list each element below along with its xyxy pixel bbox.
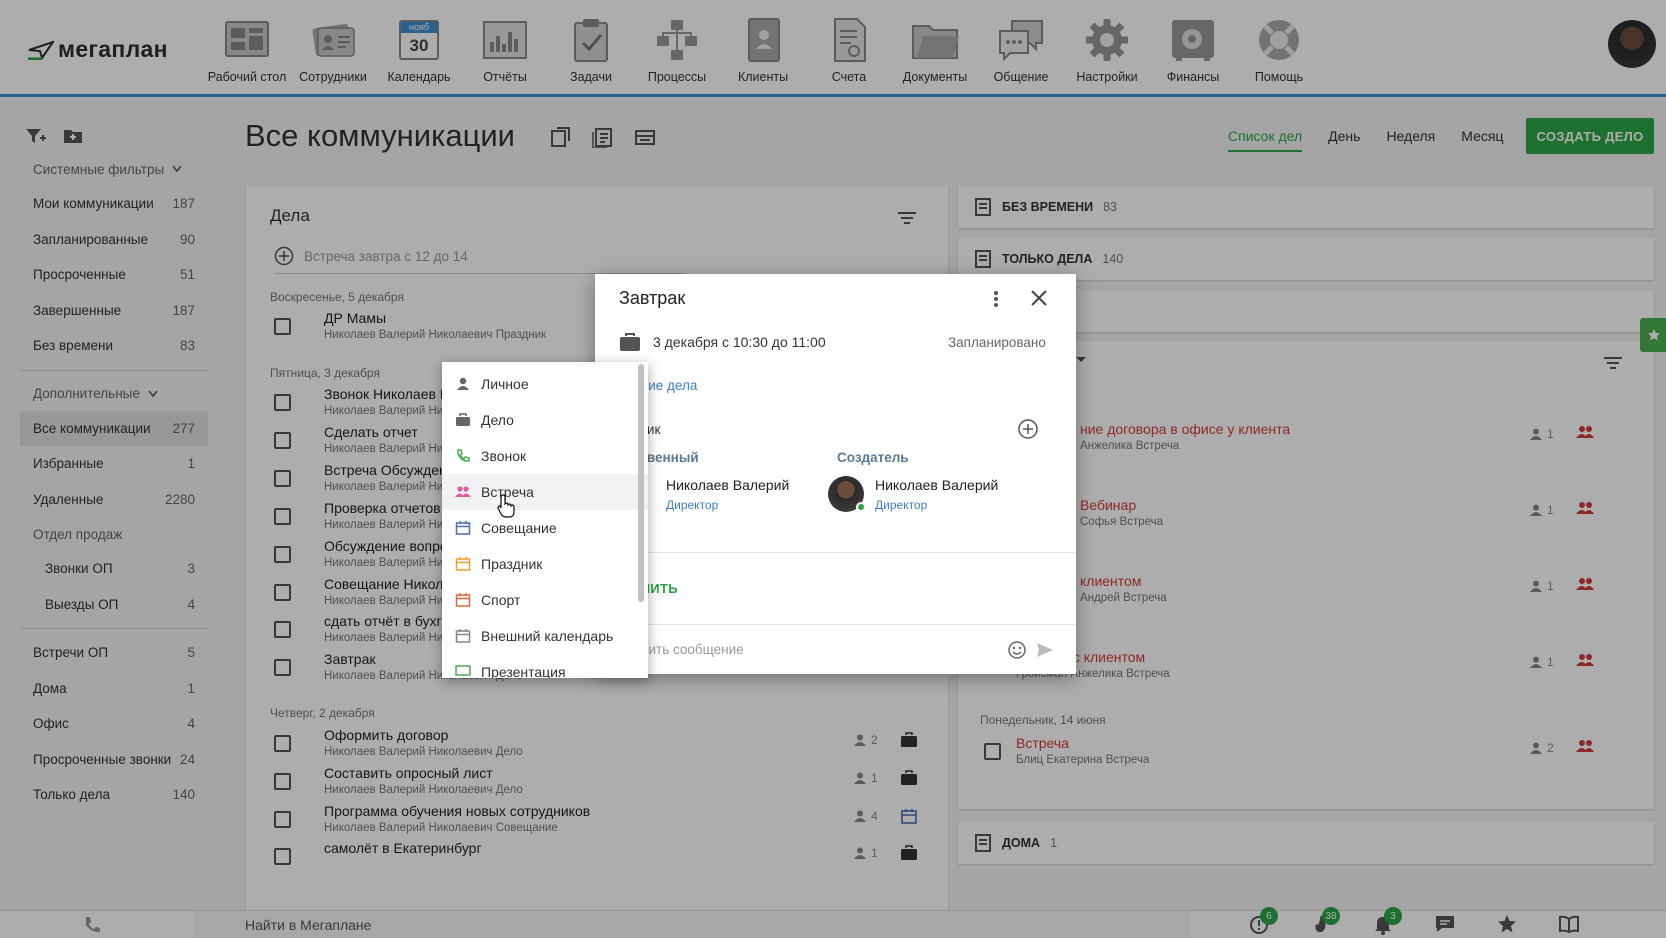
calendar-icon bbox=[455, 629, 471, 643]
creator-label: Создатель bbox=[837, 450, 909, 465]
dropdown-option[interactable]: Спорт bbox=[442, 582, 648, 618]
dropdown-option-label: Праздник bbox=[481, 556, 543, 572]
calendar-icon bbox=[455, 593, 471, 607]
more-icon[interactable] bbox=[993, 290, 999, 308]
hand-cursor-icon bbox=[497, 494, 515, 518]
status-badge[interactable]: Запланировано bbox=[948, 335, 1046, 350]
people-icon bbox=[455, 486, 471, 497]
divider bbox=[595, 624, 1076, 625]
task-modal: Завтрак 3 декабря с 10:30 до 11:00 Запла… bbox=[595, 274, 1076, 674]
online-indicator bbox=[856, 502, 866, 512]
divider bbox=[595, 552, 1076, 553]
dropdown-option[interactable]: Дело bbox=[442, 402, 648, 438]
modal-title: Завтрак bbox=[619, 288, 686, 308]
responsible-name[interactable]: Николаев Валерий bbox=[666, 477, 789, 493]
responsible-role: Директор bbox=[666, 498, 719, 512]
dropdown-option-label: Спорт bbox=[481, 592, 521, 608]
creator-role: Директор bbox=[875, 498, 928, 512]
dropdown-option-label: Звонок bbox=[481, 448, 527, 464]
dropdown-option-label: Дело bbox=[481, 412, 514, 428]
dropdown-option-label: Презентация bbox=[481, 664, 566, 678]
dropdown-option-label: Личное bbox=[481, 376, 529, 392]
dropdown-option[interactable]: Встреча bbox=[442, 474, 648, 510]
dropdown-option-label: Внешний календарь bbox=[481, 628, 614, 644]
close-icon[interactable] bbox=[1029, 288, 1049, 308]
scrollbar[interactable] bbox=[638, 364, 644, 602]
person-icon bbox=[457, 377, 469, 390]
creator-name[interactable]: Николаев Валерий bbox=[875, 477, 998, 493]
calendar-icon bbox=[455, 557, 471, 571]
dropdown-option[interactable]: Праздник bbox=[442, 546, 648, 582]
send-icon[interactable] bbox=[1035, 640, 1055, 660]
presentation-icon bbox=[455, 665, 471, 676]
calendar-icon bbox=[455, 521, 471, 535]
dropdown-option-label: Совещание bbox=[481, 520, 557, 536]
dropdown-option[interactable]: Звонок bbox=[442, 438, 648, 474]
briefcase-icon bbox=[620, 333, 640, 351]
add-participant-icon[interactable] bbox=[1017, 418, 1039, 440]
phone-icon bbox=[457, 449, 470, 462]
dropdown-option[interactable]: Совещание bbox=[442, 510, 648, 546]
dropdown-option[interactable]: Презентация bbox=[442, 654, 648, 678]
briefcase-icon bbox=[456, 413, 470, 426]
modal-date[interactable]: 3 декабря с 10:30 до 11:00 bbox=[619, 332, 826, 352]
modal-date-text: 3 декабря с 10:30 до 11:00 bbox=[653, 334, 826, 350]
dropdown-option[interactable]: Личное bbox=[442, 366, 648, 402]
emoji-icon[interactable] bbox=[1007, 640, 1027, 660]
type-dropdown: Личное Дело Звонок Встреча Совещание Праздник… bbox=[442, 362, 648, 678]
dropdown-option[interactable]: Внешний календарь bbox=[442, 618, 648, 654]
